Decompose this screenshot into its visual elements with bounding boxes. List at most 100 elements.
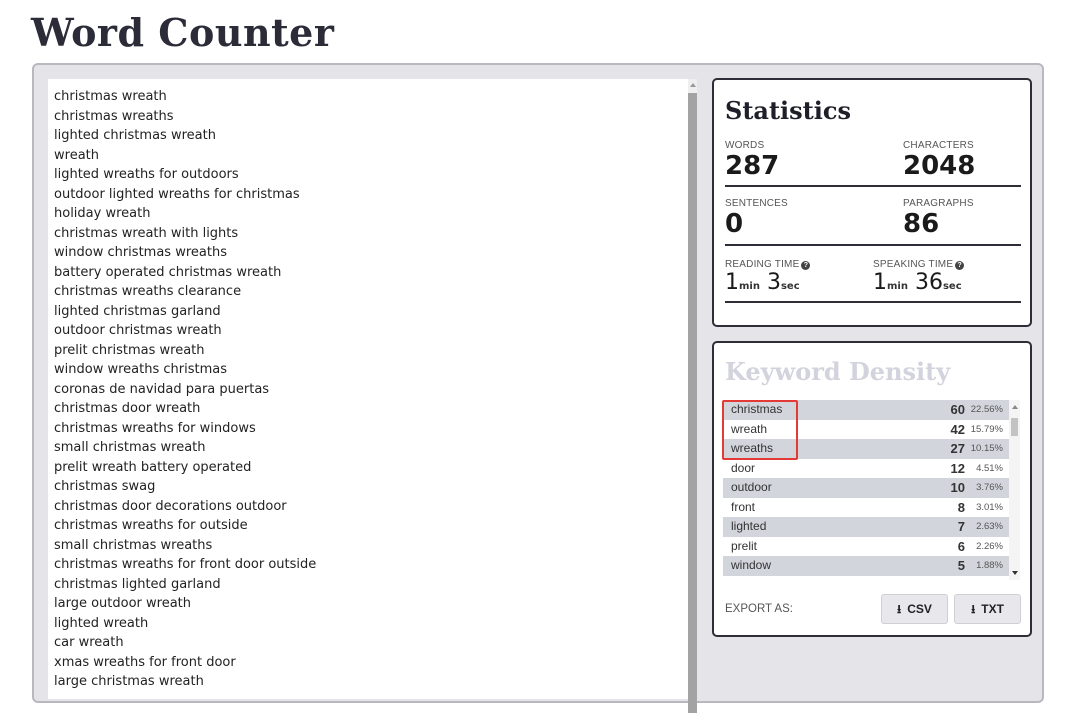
keyword-list-scrollbar[interactable] [1009, 400, 1020, 580]
keyword-row[interactable]: outdoor 10 3.76% [723, 478, 1009, 498]
editor-line[interactable]: christmas wreaths for front door outside [54, 555, 682, 575]
editor-line[interactable]: small christmas wreath [54, 438, 682, 458]
paragraphs-label: PARAGRAPHS [903, 198, 974, 209]
stats-divider [725, 244, 1021, 246]
statistics-card: Statistics WORDS 287 CHARACTERS 2048 SEN… [712, 78, 1032, 327]
speaking-time-label: SPEAKING TIME [873, 259, 954, 270]
characters-label: CHARACTERS [903, 140, 974, 151]
download-icon: ⭳ [971, 602, 976, 616]
download-icon: ⭳ [897, 602, 902, 616]
editor-line[interactable]: prelit wreath battery operated [54, 458, 682, 478]
text-editor[interactable]: christmas wreath christmas wreaths lighted… [48, 79, 688, 699]
page-title: Word Counter [31, 10, 335, 55]
editor-line[interactable]: lighted christmas garland [54, 302, 682, 322]
scroll-down-arrow-icon[interactable] [1012, 571, 1018, 575]
editor-line[interactable]: christmas wreaths [54, 107, 682, 127]
stats-divider [725, 301, 1021, 303]
words-value: 287 [725, 151, 780, 181]
characters-value: 2048 [903, 151, 976, 181]
keyword-percent: 3.01% [976, 501, 1003, 513]
editor-scrollbar-thumb[interactable] [688, 93, 697, 713]
paragraphs-value: 86 [903, 209, 940, 239]
editor-line[interactable]: window wreaths christmas [54, 360, 682, 380]
keyword-count: 12 [950, 460, 965, 476]
keyword-density-card: Keyword Density christmas 60 22.56% wreath 4… [712, 341, 1032, 637]
words-stat: WORDS 287 [725, 140, 779, 181]
editor-scrollbar[interactable] [688, 79, 697, 713]
editor-line[interactable]: window christmas wreaths [54, 243, 682, 263]
paragraphs-stat: PARAGRAPHS 86 [903, 198, 974, 239]
sentences-value: 0 [725, 209, 744, 239]
reading-time-stat: READING TIME? 1min 3sec [725, 259, 811, 300]
keyword-count: 6 [957, 538, 965, 554]
keyword-word: lighted [731, 519, 767, 533]
reading-time-value: 1min 3sec [725, 270, 800, 295]
help-icon[interactable]: ? [955, 261, 965, 270]
keyword-word: outdoor [731, 480, 772, 494]
keyword-count: 10 [950, 480, 965, 495]
stats-divider [725, 185, 1021, 187]
keyword-percent: 3.76% [976, 482, 1003, 493]
keyword-row[interactable]: front 8 3.01% [723, 498, 1009, 518]
editor-line[interactable]: car wreath [54, 633, 682, 653]
keyword-count: 5 [957, 558, 965, 573]
editor-line[interactable]: christmas swag [54, 477, 682, 497]
editor-line[interactable]: small christmas wreaths [54, 536, 682, 556]
editor-line[interactable]: prelit christmas wreath [54, 341, 682, 361]
reading-time-label: READING TIME [725, 259, 800, 270]
keyword-density-title: Keyword Density [725, 357, 951, 386]
editor-line[interactable]: christmas wreath with lights [54, 224, 682, 244]
editor-line[interactable]: lighted wreath [54, 614, 682, 634]
editor-line[interactable]: lighted christmas wreath [54, 126, 682, 146]
scroll-up-arrow-icon[interactable] [690, 83, 696, 87]
editor-line[interactable]: battery operated christmas wreath [54, 263, 682, 283]
editor-line[interactable]: christmas door decorations outdoor [54, 497, 682, 517]
csv-label: CSV [907, 602, 932, 616]
editor-line[interactable]: coronas de navidad para puertas [54, 380, 682, 400]
editor-line[interactable]: christmas door wreath [54, 399, 682, 419]
editor-line[interactable]: holiday wreath [54, 204, 682, 224]
sentences-stat: SENTENCES 0 [725, 198, 788, 239]
editor-line[interactable]: christmas wreaths for outside [54, 516, 682, 536]
keyword-percent: 10.15% [970, 443, 1003, 454]
keyword-count: 27 [950, 441, 965, 456]
export-csv-button[interactable]: ⭳ CSV [881, 594, 948, 624]
editor-line[interactable]: christmas wreaths clearance [54, 282, 682, 302]
editor-line[interactable]: christmas lighted garland [54, 575, 682, 595]
keyword-percent: 22.56% [970, 404, 1003, 415]
editor-content[interactable]: christmas wreath christmas wreaths lighted… [48, 79, 688, 699]
keyword-word: prelit [731, 538, 758, 553]
editor-line[interactable]: xmas wreaths for front door [54, 653, 682, 673]
editor-line[interactable]: christmas wreaths for windows [54, 419, 682, 439]
keyword-row[interactable]: prelit 6 2.26% [723, 537, 1009, 557]
keyword-word: front [731, 499, 756, 514]
keyword-count: 42 [950, 421, 965, 437]
keyword-percent: 2.26% [976, 540, 1003, 552]
txt-label: TXT [981, 602, 1004, 616]
editor-line[interactable]: outdoor christmas wreath [54, 321, 682, 341]
keyword-row[interactable]: window 5 1.88% [723, 556, 1009, 576]
keyword-count: 60 [950, 402, 965, 417]
highlight-annotation-box [722, 400, 798, 460]
keyword-row[interactable]: lighted 7 2.63% [723, 517, 1009, 537]
keyword-percent: 4.51% [976, 462, 1003, 474]
keyword-count: 8 [957, 499, 965, 515]
keyword-percent: 15.79% [970, 423, 1003, 435]
characters-stat: CHARACTERS 2048 [903, 140, 975, 181]
main-panel: christmas wreath christmas wreaths lighted… [32, 63, 1044, 713]
keyword-word: window [731, 558, 772, 572]
editor-line[interactable]: large outdoor wreath [54, 594, 682, 614]
keyword-count: 7 [957, 519, 965, 534]
keyword-row[interactable]: door 12 4.51% [723, 459, 1009, 479]
keyword-percent: 1.88% [976, 560, 1003, 571]
editor-line[interactable]: wreath [54, 146, 682, 166]
export-label: EXPORT AS: [725, 603, 793, 615]
editor-line[interactable]: large christmas wreath [54, 672, 682, 692]
editor-line[interactable]: christmas wreath [54, 87, 682, 107]
help-icon[interactable]: ? [801, 261, 811, 270]
editor-line[interactable]: lighted wreaths for outdoors [54, 165, 682, 185]
editor-line[interactable]: outdoor lighted wreaths for christmas [54, 185, 682, 205]
scroll-up-arrow-icon[interactable] [1012, 405, 1018, 409]
export-txt-button[interactable]: ⭳ TXT [954, 594, 1021, 624]
keyword-list-scrollbar-thumb[interactable] [1011, 418, 1018, 436]
